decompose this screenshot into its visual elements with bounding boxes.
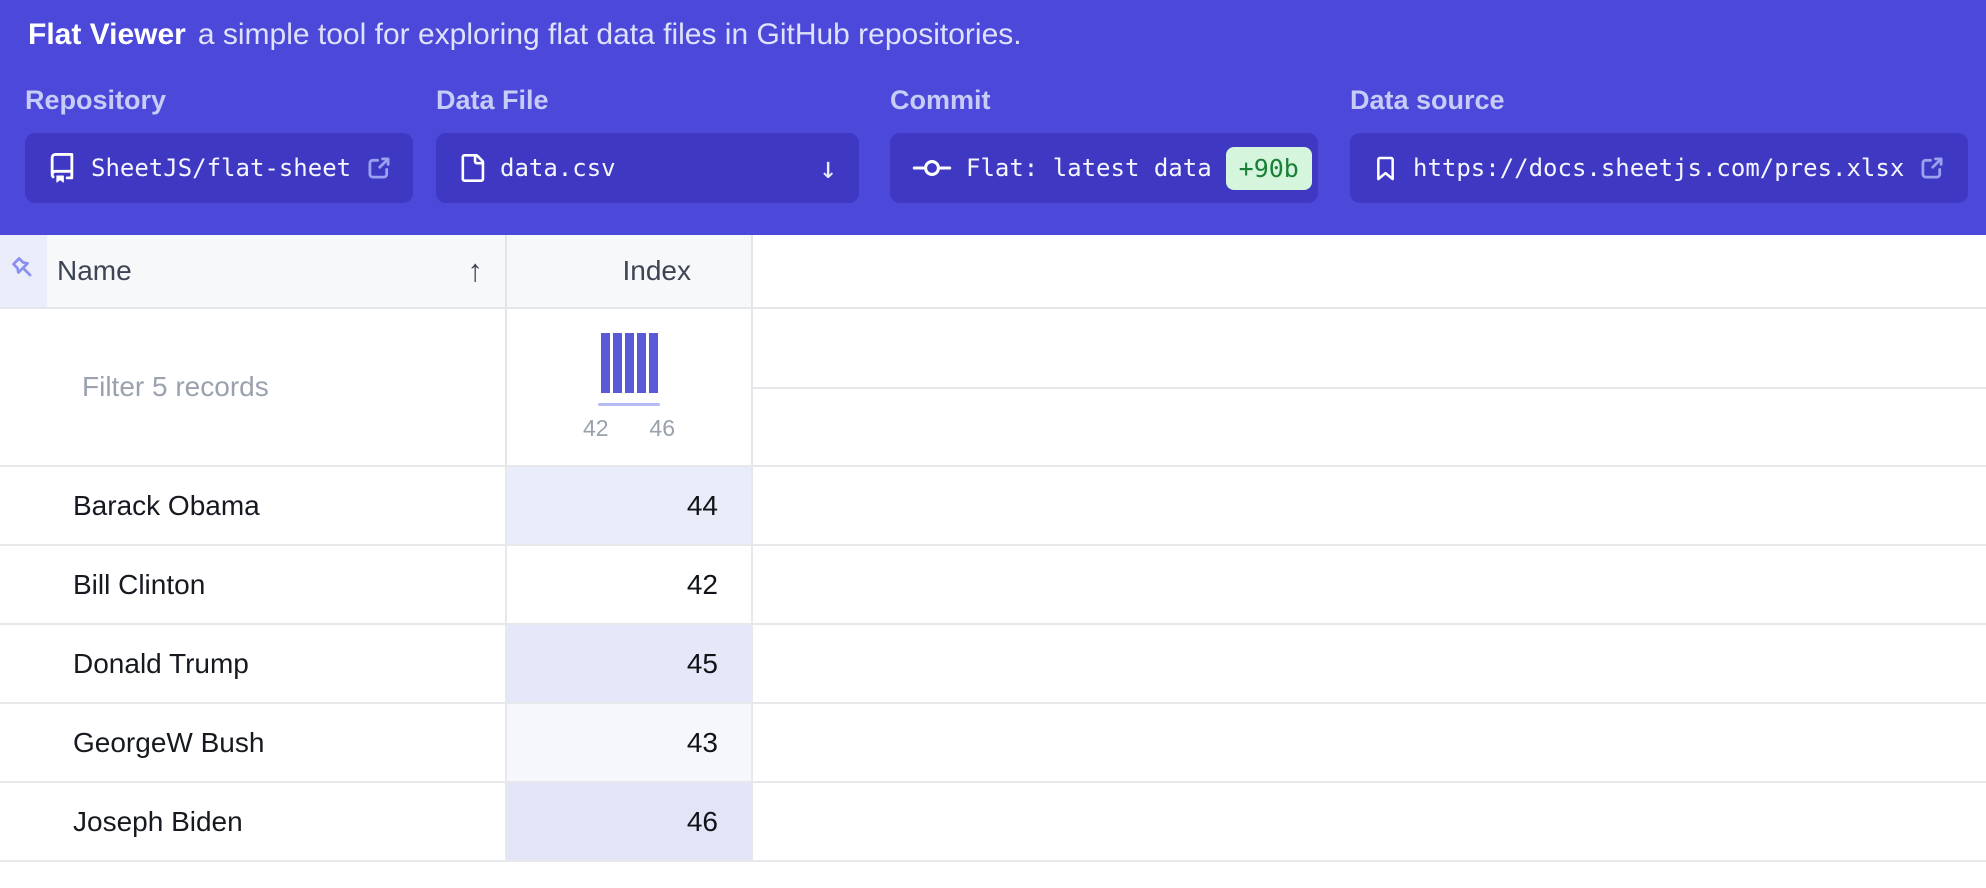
cell-index: 44 [507,467,753,544]
cell-index: 45 [507,625,753,702]
file-icon [458,154,486,182]
data-source-field-group: Data source https://docs.sheetjs.com/pre… [1350,84,1968,203]
repository-label: Repository [25,84,413,116]
app-title: Flat Viewer [28,18,186,51]
commit-value: Flat: latest data [966,154,1212,182]
data-source-link[interactable]: https://docs.sheetjs.com/pres.xlsx [1350,133,1968,203]
repo-icon [47,153,77,183]
data-file-field-group: Data File data.csv ↓ [436,84,859,203]
cell-name: Donald Trump [0,625,507,702]
data-file-label: Data File [436,84,859,116]
histogram-min-label: 42 [583,415,609,442]
filter-cell [0,309,507,465]
cell-index: 46 [507,783,753,860]
column-header-name-label: Name [57,255,132,287]
histogram-range-labels: 42 46 [583,415,675,442]
filter-input[interactable] [80,370,484,404]
grid-header-row: Name ↑ Index [0,235,1986,309]
commit-field-group: Commit Flat: latest data +90b [890,84,1318,203]
data-grid: Name ↑ Index 42 46 Barack [0,235,1986,862]
commit-selector[interactable]: Flat: latest data +90b [890,133,1318,203]
grid-filter-row: 42 46 [0,309,1986,467]
index-histogram[interactable]: 42 46 [507,309,753,465]
app-subtitle: a simple tool for exploring flat data fi… [198,18,1022,51]
dropdown-arrow-icon[interactable]: ↓ [819,151,837,186]
cell-name: GeorgeW Bush [0,704,507,781]
external-link-icon[interactable] [1918,154,1946,182]
data-file-value: data.csv [500,154,616,182]
title-line: Flat Viewer a simple tool for exploring f… [28,16,1022,54]
column-header-name[interactable]: Name ↑ [47,235,507,307]
histogram-bars [601,333,658,393]
commit-label: Commit [890,84,1318,116]
column-header-index[interactable]: Index [507,235,753,307]
repository-selector[interactable]: SheetJS/flat-sheet [25,133,413,203]
flat-viewer-app: Flat Viewer a simple tool for exploring f… [0,0,1986,888]
data-source-value: https://docs.sheetjs.com/pres.xlsx [1413,154,1904,182]
column-header-index-label: Index [623,255,692,287]
cell-name: Joseph Biden [0,783,507,860]
cell-name: Bill Clinton [0,546,507,623]
repository-field-group: Repository SheetJS/flat-sheet [25,84,413,203]
data-source-label: Data source [1350,84,1968,116]
cell-name: Barack Obama [0,467,507,544]
histogram-underline [598,403,660,406]
app-header: Flat Viewer a simple tool for exploring f… [0,0,1986,235]
grid-extension-divider [753,387,1986,389]
table-row: Barack Obama 44 [0,467,1986,546]
diff-badge: +90b [1226,147,1312,190]
pin-column-header[interactable] [0,235,47,307]
data-file-selector[interactable]: data.csv ↓ [436,133,859,203]
cell-index: 42 [507,546,753,623]
pin-icon [8,253,40,290]
repository-value: SheetJS/flat-sheet [91,154,351,182]
external-link-icon[interactable] [365,154,393,182]
bookmark-icon [1372,155,1399,182]
commit-icon [912,155,952,181]
table-row: Joseph Biden 46 [0,783,1986,862]
table-row: Donald Trump 45 [0,625,1986,704]
cell-index: 43 [507,704,753,781]
histogram-max-label: 46 [649,415,675,442]
table-row: GeorgeW Bush 43 [0,704,1986,783]
sort-ascending-icon[interactable]: ↑ [468,253,484,289]
table-row: Bill Clinton 42 [0,546,1986,625]
